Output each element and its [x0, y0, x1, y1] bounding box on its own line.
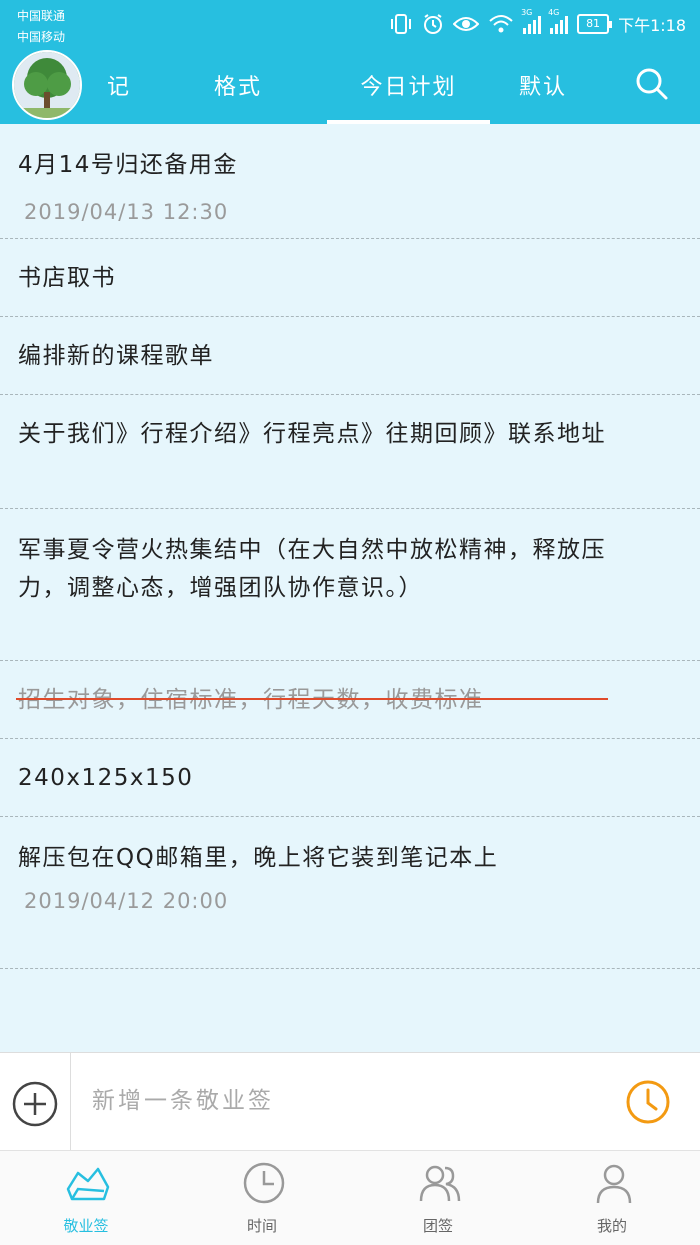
note-text: 解压包在QQ邮箱里，晚上将它装到笔记本上	[18, 845, 499, 871]
note-item[interactable]: 编排新的课程歌单	[0, 317, 700, 395]
add-note-area	[0, 1053, 71, 1151]
bottom-nav: 敬业签 时间 团签 我的	[0, 1150, 700, 1245]
wifi-icon	[489, 15, 513, 33]
signal-4g-icon: 4G	[548, 8, 569, 34]
nav-mine[interactable]: 我的	[552, 1151, 672, 1245]
add-icon[interactable]	[11, 1080, 59, 1128]
vibrate-icon	[391, 14, 412, 34]
network-3g-label: 3G	[521, 8, 533, 17]
clock-icon	[243, 1162, 285, 1204]
search-icon[interactable]	[632, 64, 672, 104]
note-item[interactable]: 4月14号归还备用金 2019/04/13 12:30	[0, 124, 700, 239]
note-text: 编排新的课程歌单	[18, 343, 214, 369]
signal-3g-icon: 3G	[521, 8, 542, 34]
note-item[interactable]: 军事夏令营火热集结中（在大自然中放松精神，释放压力，调整心态，增强团队协作意识。…	[0, 509, 700, 661]
person-icon	[596, 1164, 632, 1204]
nav-team[interactable]: 团签	[378, 1151, 498, 1245]
new-note-bar	[0, 1052, 700, 1151]
carrier-2: 中国移动	[17, 30, 66, 44]
nav-time[interactable]: 时间	[202, 1151, 322, 1245]
note-text: 书店取书	[18, 265, 116, 291]
team-icon	[419, 1165, 461, 1202]
eye-icon	[453, 17, 480, 31]
new-note-input[interactable]	[92, 1081, 572, 1121]
note-text: 关于我们》行程介绍》行程亮点》往期回顾》联系地址	[18, 421, 606, 447]
reminder-clock-icon[interactable]	[624, 1078, 672, 1126]
note-item[interactable]: 240x125x150	[0, 739, 700, 817]
tab-format[interactable]: 格式	[178, 48, 298, 124]
nav-notes[interactable]: 敬业签	[26, 1151, 146, 1245]
carrier-1: 中国联通	[17, 9, 66, 23]
tab-default[interactable]: 默认	[498, 48, 588, 124]
note-item-done[interactable]: 招生对象，住宿标准，行程天数，收费标准	[0, 661, 700, 739]
status-bar: 中国联通 中国移动 3G 4G 81 下午1:18	[0, 0, 700, 48]
nav-label: 敬业签	[63, 1217, 109, 1235]
status-icons: 3G 4G 81 下午1:18	[389, 8, 686, 40]
status-time: 下午1:18	[618, 16, 686, 35]
nav-label: 团签	[422, 1217, 453, 1235]
note-item[interactable]: 书店取书	[0, 239, 700, 317]
note-date: 2019/04/12 20:00	[24, 889, 229, 913]
carrier-info: 中国联通 中国移动	[17, 6, 65, 48]
strikethrough-line	[16, 698, 608, 700]
nav-label: 时间	[246, 1217, 277, 1235]
note-text: 招生对象，住宿标准，行程天数，收费标准	[18, 687, 484, 713]
note-item[interactable]: 关于我们》行程介绍》行程亮点》往期回顾》联系地址	[0, 395, 700, 509]
battery-icon: 81	[577, 14, 613, 34]
network-4g-label: 4G	[548, 8, 560, 17]
note-item[interactable]: 解压包在QQ邮箱里，晚上将它装到笔记本上 2019/04/12 20:00	[0, 817, 700, 969]
note-date: 2019/04/13 12:30	[24, 200, 229, 224]
tab-today-plan[interactable]: 今日计划	[327, 48, 490, 124]
notes-list: 4月14号归还备用金 2019/04/13 12:30 书店取书 编排新的课程歌…	[0, 124, 700, 969]
alarm-icon	[424, 14, 443, 34]
note-icon	[66, 1167, 110, 1201]
app-header: 中国联通 中国移动 3G 4G 81 下午1:18 记 格式 今日计划 默认	[0, 0, 700, 124]
nav-label: 我的	[596, 1217, 627, 1235]
category-tabs: 记 格式 今日计划 默认	[0, 48, 700, 124]
note-text: 240x125x150	[18, 765, 194, 791]
note-text: 4月14号归还备用金	[18, 152, 238, 178]
tab-notes[interactable]: 记	[104, 48, 134, 124]
note-text: 军事夏令营火热集结中（在大自然中放松精神，释放压力，调整心态，增强团队协作意识。…	[18, 537, 606, 601]
